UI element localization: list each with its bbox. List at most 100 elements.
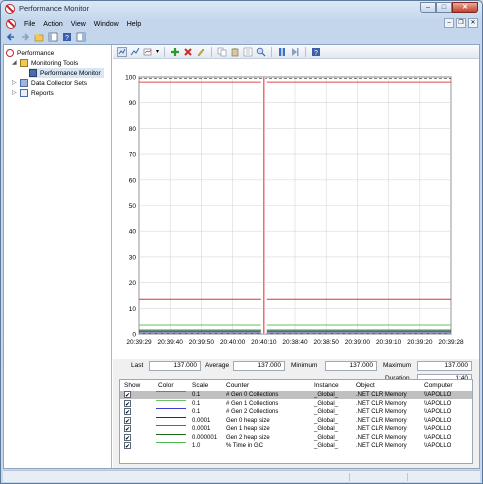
y-tick-label: 40 (129, 229, 137, 236)
legend-row[interactable]: ✔ 0.0001 Gen 0 heap size _Global_ .NET CLR M… (120, 416, 472, 425)
freeze-display-icon[interactable] (277, 47, 287, 57)
legend-row[interactable]: ✔ 0.1 # Gen 1 Collections _Global_ .NET CLR … (120, 399, 472, 408)
system-menu-icon[interactable] (6, 19, 16, 29)
back-icon[interactable] (6, 32, 16, 42)
view-log-data-icon[interactable] (130, 47, 140, 57)
legend-row[interactable]: ✔ 0.1 # Gen 2 Collections _Global_ .NET CLR … (120, 408, 472, 416)
counter-cell: Gen 2 heap size (226, 434, 270, 441)
scale-cell: 1.0 (192, 443, 201, 449)
highlight-icon[interactable] (196, 47, 206, 57)
status-cell (407, 473, 465, 481)
counter-cell: Gen 1 heap size (226, 426, 270, 432)
instance-cell: _Global_ (314, 417, 339, 424)
copy-properties-icon[interactable] (217, 47, 227, 57)
toolbar-separator (164, 46, 166, 57)
toolbar-separator (271, 46, 273, 57)
tree-item-monitoring-tools[interactable]: ◢ Monitoring Tools (12, 58, 78, 68)
counter-legend: Show Color Scale Counter Instance Object… (119, 379, 473, 464)
show-checkbox[interactable]: ✔ (124, 442, 131, 450)
collapse-arrow-icon[interactable]: ◢ (12, 60, 18, 66)
object-cell: .NET CLR Memory (356, 392, 407, 398)
update-data-icon[interactable] (290, 47, 300, 57)
tree-item-data-collector-sets[interactable]: ▷ Data Collector Sets (12, 78, 87, 88)
x-tick-label: 20:38:40 (282, 339, 308, 346)
delete-counter-icon[interactable] (183, 47, 193, 57)
col-show[interactable]: Show (124, 382, 140, 389)
scale-cell: 0.0001 (192, 417, 211, 424)
view-current-activity-icon[interactable] (117, 46, 127, 57)
col-object[interactable]: Object (356, 382, 375, 389)
zoom-icon[interactable] (256, 47, 266, 57)
legend-row[interactable]: ✔ 0.1 # Gen 0 Collections _Global_ .NET CLR … (120, 391, 472, 399)
mdi-close-button[interactable]: ✕ (468, 18, 478, 28)
col-counter[interactable]: Counter (226, 382, 249, 389)
add-counter-icon[interactable] (170, 47, 180, 57)
show-checkbox[interactable]: ✔ (124, 425, 131, 433)
show-hide-action-pane-icon[interactable] (76, 32, 86, 42)
counter-cell: # Gen 1 Collections (226, 400, 279, 407)
close-button[interactable]: ✕ (452, 2, 478, 13)
menu-help[interactable]: Help (127, 21, 141, 28)
help-icon[interactable]: ? (311, 47, 321, 57)
object-cell: .NET CLR Memory (356, 409, 407, 415)
graph-type-dropdown-arrow[interactable]: ▾ (156, 48, 159, 55)
legend-row[interactable]: ✔ 0.0001 Gen 1 heap size _Global_ .NET CLR M… (120, 425, 472, 433)
y-tick-label: 90 (129, 100, 137, 107)
console-tree: Performance ◢ Monitoring Tools Performan… (4, 45, 112, 468)
instance-cell: _Global_ (314, 434, 339, 441)
minimize-button[interactable]: – (420, 2, 436, 13)
mdi-restore-button[interactable]: ❐ (456, 18, 466, 28)
toolbar-separator (211, 46, 213, 57)
menu-window[interactable]: Window (94, 21, 119, 28)
svg-text:?: ? (314, 50, 318, 57)
forward-icon[interactable] (20, 32, 30, 42)
computer-cell: \\APOLLO (424, 400, 452, 407)
y-tick-label: 10 (129, 306, 137, 313)
menu-view[interactable]: View (71, 21, 86, 28)
menu-action[interactable]: Action (43, 21, 62, 28)
content-area: Performance ◢ Monitoring Tools Performan… (3, 44, 480, 469)
graph-area[interactable]: 100 90 80 70 60 50 40 30 20 10 0 20:39:29 20:39:40 20… (113, 59, 479, 359)
show-checkbox[interactable]: ✔ (124, 416, 131, 425)
col-instance[interactable]: Instance (314, 382, 339, 389)
show-checkbox[interactable]: ✔ (124, 391, 131, 399)
reports-icon (20, 89, 28, 97)
window-title: Performance Monitor (19, 4, 90, 13)
tree-item-reports[interactable]: ▷ Reports (12, 88, 54, 98)
paste-counter-list-icon[interactable] (230, 47, 240, 57)
expand-arrow-icon[interactable]: ▷ (12, 90, 18, 96)
performance-monitor-pane: ▾ ? 100 90 80 70 60 50 40 30 20 10 0 20:39:29 20:39:… (113, 45, 479, 468)
data-collector-sets-icon (20, 79, 28, 87)
series-color-swatch (156, 433, 186, 435)
counter-cell: Gen 0 heap size (226, 417, 270, 424)
y-tick-label: 70 (129, 152, 137, 159)
up-folder-icon[interactable] (34, 32, 44, 42)
legend-row[interactable]: ✔ 0.000001 Gen 2 heap size _Global_ .NET CLR… (120, 433, 472, 442)
show-hide-console-tree-icon[interactable] (48, 32, 58, 42)
change-graph-type-icon[interactable] (143, 47, 153, 57)
series-color-swatch (156, 408, 186, 409)
col-color[interactable]: Color (158, 382, 174, 389)
legend-row[interactable]: ✔ 1.0 % Time in GC _Global_ .NET CLR Memory \… (120, 442, 472, 450)
col-computer[interactable]: Computer (424, 382, 453, 389)
show-checkbox[interactable]: ✔ (124, 408, 131, 416)
scale-cell: 0.000001 (192, 434, 218, 441)
maximize-button[interactable]: □ (436, 2, 452, 13)
computer-cell: \\APOLLO (424, 392, 452, 398)
mdi-minimize-button[interactable]: – (444, 18, 454, 28)
menu-file[interactable]: File (24, 21, 35, 28)
y-tick-label: 50 (129, 203, 137, 210)
title-bar[interactable]: Performance Monitor – □ ✕ (1, 1, 482, 17)
show-checkbox[interactable]: ✔ (124, 433, 131, 442)
tree-item-performance-monitor[interactable]: Performance Monitor (29, 68, 104, 78)
help-topic-icon[interactable]: ? (62, 32, 72, 42)
properties-icon[interactable] (243, 47, 253, 57)
x-tick-label: 20:39:29 (126, 339, 152, 346)
performance-monitor-icon (5, 4, 15, 14)
expand-arrow-icon[interactable]: ▷ (12, 80, 18, 86)
col-scale[interactable]: Scale (192, 382, 208, 389)
tree-label-performance-monitor: Performance Monitor (40, 69, 101, 77)
tree-item-performance[interactable]: Performance (6, 48, 54, 58)
show-checkbox[interactable]: ✔ (124, 399, 131, 408)
line-chart[interactable]: 100908070605040302010020:39:29 20:39:40 20… (113, 59, 479, 359)
